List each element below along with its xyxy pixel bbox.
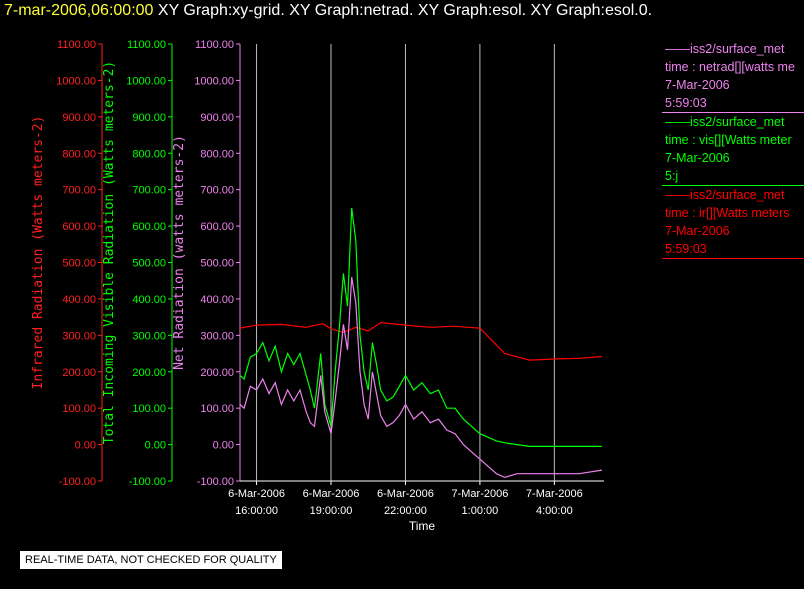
y-tick-label-ir: 0.00 [75,440,96,452]
y-axis-title-ir: Infrared Radiation (Watts meters-2) [31,116,46,390]
y-tick-label-net: 400.00 [200,294,234,306]
quality-note: REAL-TIME DATA, NOT CHECKED FOR QUALITY [20,551,282,569]
legend-time: 5:j [665,169,679,183]
y-tick-label-vis: 0.00 [145,440,166,452]
x-tick-date: 7-Mar-2006 [526,488,583,500]
legend: ——iss2/surface_mettime : netrad[][watts … [662,40,804,259]
legend-source: ——iss2/surface_met [665,115,785,129]
x-tick-time: 16:00:00 [235,505,278,517]
y-tick-label-vis: -100.00 [129,476,166,488]
x-tick-time: 4:00:00 [536,505,573,517]
legend-field: time : vis[][Watts meter [665,133,792,147]
y-tick-label-net: 600.00 [200,221,234,233]
y-tick-label-ir: -100.00 [59,476,96,488]
y-tick-label-ir: 400.00 [62,294,96,306]
y-tick-label-net: 100.00 [200,403,234,415]
x-tick-date: 6-Mar-2006 [228,488,285,500]
y-tick-label-ir: 300.00 [62,330,96,342]
legend-time: 5:59:03 [665,96,707,110]
y-axis-title-net: Net Radiation (watts meters-2) [172,135,187,370]
legend-field: time : ir[][Watts meters [665,206,790,220]
y-tick-label-ir: 700.00 [62,185,96,197]
y-tick-label-net: 0.00 [213,440,234,452]
legend-entry: ——iss2/surface_mettime : ir[][Watts mete… [662,186,804,259]
legend-field: time : netrad[][watts me [665,60,795,74]
y-tick-label-net: 200.00 [200,367,234,379]
series-line-net [239,277,602,479]
y-axis-title-vis: Total Incoming Visible Radiation (Watts … [102,61,117,445]
y-tick-label-vis: 300.00 [132,330,166,342]
y-tick-label-vis: 100.00 [132,403,166,415]
y-tick-label-vis: 500.00 [132,258,166,270]
legend-date: 7-Mar-2006 [665,78,730,92]
y-tick-label-vis: 1000.00 [126,75,166,87]
y-tick-label-ir: 600.00 [62,221,96,233]
y-tick-label-vis: 200.00 [132,367,166,379]
y-tick-label-vis: 800.00 [132,148,166,160]
y-tick-label-net: -100.00 [197,476,234,488]
y-tick-label-ir: 1100.00 [57,39,96,51]
y-tick-label-vis: 400.00 [132,294,166,306]
y-tick-label-vis: 700.00 [132,185,166,197]
legend-entry: ——iss2/surface_mettime : netrad[][watts … [662,40,804,113]
y-tick-label-net: 800.00 [200,148,234,160]
legend-source: ——iss2/surface_met [665,188,785,202]
y-tick-label-net: 700.00 [200,185,234,197]
y-tick-label-net: 500.00 [200,258,234,270]
y-tick-label-ir: 200.00 [62,367,96,379]
legend-date: 7-Mar-2006 [665,224,730,238]
series-line-ir [239,321,602,361]
x-tick-date: 7-Mar-2006 [451,488,508,500]
y-tick-label-vis: 600.00 [132,221,166,233]
legend-date: 7-Mar-2006 [665,151,730,165]
y-tick-label-ir: 900.00 [62,112,96,124]
y-tick-label-ir: 1000.00 [56,75,96,87]
y-tick-label-net: 1100.00 [195,39,234,51]
x-tick-time: 19:00:00 [310,505,353,517]
y-tick-label-net: 900.00 [200,112,234,124]
y-tick-label-net: 1000.00 [194,75,234,87]
y-tick-label-vis: 1100.00 [127,39,166,51]
x-tick-date: 6-Mar-2006 [377,488,434,500]
y-tick-label-ir: 800.00 [62,148,96,160]
y-tick-label-vis: 900.00 [132,112,166,124]
x-tick-date: 6-Mar-2006 [303,488,360,500]
legend-time: 5:59:03 [665,242,707,256]
legend-entry: ——iss2/surface_mettime : vis[][Watts met… [662,113,804,186]
x-axis-title: Time [409,519,436,533]
series-line-vis [239,207,602,447]
y-tick-label-ir: 500.00 [62,258,96,270]
x-tick-time: 22:00:00 [384,505,427,517]
y-tick-label-ir: 100.00 [62,403,96,415]
legend-source: ——iss2/surface_met [665,42,785,56]
y-tick-label-net: 300.00 [200,330,234,342]
x-tick-time: 1:00:00 [462,505,499,517]
